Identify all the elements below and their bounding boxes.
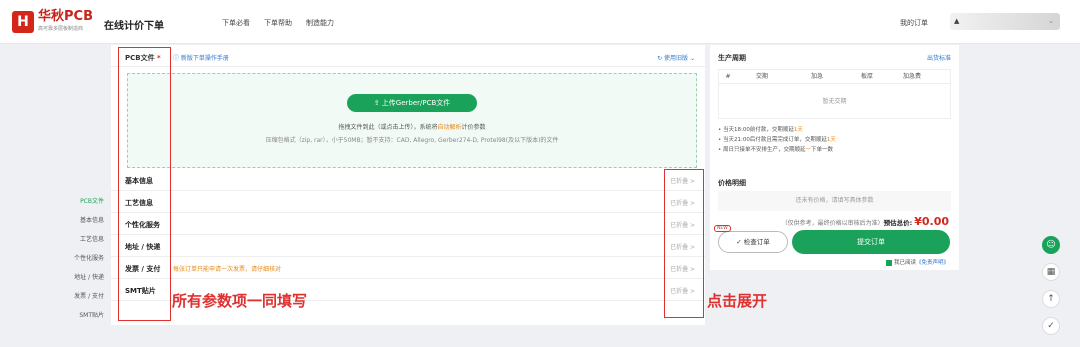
col-urgent: 加急 [810, 73, 823, 80]
logo-slogan: 高可靠多层板制造商 [38, 26, 84, 32]
upload-gerber-button[interactable]: ⇪ 上传Gerber/PCB文件 [347, 94, 477, 112]
customer-service-icon[interactable]: ☺ [1042, 236, 1060, 254]
section-nav-address[interactable]: 地址 / 快递 [48, 268, 104, 287]
section-nav-invoice[interactable]: 发票 / 支付 [48, 287, 104, 306]
section-address[interactable]: 地址 / 快递 已折叠 > [111, 235, 705, 257]
qr-code-icon[interactable]: ▦ [1042, 263, 1060, 281]
pcb-file-header: PCB文件 * ⓘ 新版下单操作手册 ↻ 使用旧版 ⌄ [111, 45, 705, 67]
side-toolbar: ☺ ▦ ↑ ✓ [1042, 236, 1062, 344]
section-nav: PCB文件 基本信息 工艺信息 个性化服务 地址 / 快递 发票 / 支付 SM… [48, 192, 104, 325]
user-menu[interactable]: ▲ ⌄ [950, 13, 1060, 30]
upload-formats: 压缩包格式（zip, rar），小于50MB；暂不支持：CAD, Allegro… [265, 137, 559, 144]
section-process-info[interactable]: 工艺信息 已折叠 > [111, 191, 705, 213]
total-price: ¥0.00 [914, 215, 949, 228]
nav-order-help[interactable]: 下单帮助 [264, 18, 292, 28]
logo-name: 华秋PCB [38, 9, 93, 24]
production-notes: • 当天18:00前付款，交期顺延1天 • 当天21:00后付款且需完成订单，交… [718, 127, 836, 153]
section-nav-smt[interactable]: SMT贴片 [48, 306, 104, 325]
order-form-panel: PCB文件 * ⓘ 新版下单操作手册 ↻ 使用旧版 ⌄ ⇪ 上传Gerber/P… [111, 45, 705, 325]
production-title: 生产周期 [718, 54, 746, 62]
section-nav-basic[interactable]: 基本信息 [48, 211, 104, 230]
new-badge: NEW [714, 225, 731, 232]
highlight-box-left [118, 47, 171, 321]
upload-hint: 拖拽文件到此（或点击上传），系统将自动解析计价参数 [338, 124, 486, 131]
production-table: # 交期 加急 板厚 加急费 暂无交期 [718, 69, 951, 119]
section-nav-custom[interactable]: 个性化服务 [48, 249, 104, 268]
section-note: 每张订单只能申请一次发票，请仔细核对 [173, 266, 282, 273]
check-order-button[interactable]: ✓ 检查订单 [718, 231, 788, 253]
top-nav: 下单必看 下单帮助 制造能力 [222, 18, 334, 28]
section-nav-pcb[interactable]: PCB文件 [48, 192, 104, 211]
total-line: （仅供参考，最终价格以审核后为准）预估总价: ¥0.00 [781, 215, 949, 228]
section-basic-info[interactable]: 基本信息 已折叠 > [111, 169, 705, 191]
top-header: H 华秋PCB 高可靠多层板制造商 在线计价下单 下单必看 下单帮助 制造能力 … [0, 0, 1080, 44]
annotation-left: 所有参数项一同填写 [172, 292, 308, 310]
price-empty: 还未有价格，请填写具体参数 [718, 191, 951, 211]
order-manual-link[interactable]: ⓘ 新版下单操作手册 [173, 53, 229, 62]
my-orders-link[interactable]: 我的订单 [900, 18, 928, 28]
back-to-top-icon[interactable]: ↑ [1042, 290, 1060, 308]
price-title: 价格明细 [718, 179, 746, 187]
chevron-down-icon: ⌄ [1048, 17, 1054, 25]
logo-mark-icon: H [12, 11, 34, 33]
upload-dropzone[interactable]: ⇪ 上传Gerber/PCB文件 拖拽文件到此（或点击上传），系统将自动解析计价… [127, 73, 697, 168]
submit-order-button[interactable]: 提交订单 [792, 230, 950, 254]
feedback-icon[interactable]: ✓ [1042, 317, 1060, 335]
col-delivery: 交期 [755, 73, 768, 80]
col-urgent-fee: 加急费 [902, 73, 921, 80]
col-index: # [725, 73, 731, 80]
section-nav-process[interactable]: 工艺信息 [48, 230, 104, 249]
page-title: 在线计价下单 [104, 21, 164, 32]
old-version-link[interactable]: ↻ 使用旧版 ⌄ [657, 53, 695, 62]
summary-panel: 生产周期 出货标准 # 交期 加急 板厚 加急费 暂无交期 • 当天18:00前… [710, 45, 959, 270]
col-thickness: 板厚 [860, 73, 873, 80]
production-empty: 暂无交期 [822, 98, 847, 105]
user-name: ▲ [954, 17, 960, 25]
section-invoice[interactable]: 发票 / 支付 每张订单只能申请一次发票，请仔细核对 已折叠 > [111, 257, 705, 279]
agree-checkbox[interactable]: 我已阅读《免责声明》 [886, 258, 949, 266]
nav-capability[interactable]: 制造能力 [306, 18, 334, 28]
highlight-box-right [664, 169, 704, 318]
shipping-standard-link[interactable]: 出货标准 [927, 53, 951, 62]
section-custom-service[interactable]: 个性化服务 已折叠 > [111, 213, 705, 235]
logo[interactable]: H 华秋PCB 高可靠多层板制造商 [12, 10, 93, 34]
checkbox-icon[interactable] [886, 259, 893, 266]
annotation-right: 点击展开 [707, 292, 768, 310]
form-sections: 基本信息 已折叠 > 工艺信息 已折叠 > 个性化服务 已折叠 > 地址 / 快… [111, 169, 705, 301]
disclaimer-link[interactable]: 《免责声明》 [916, 260, 949, 266]
nav-order-guide[interactable]: 下单必看 [222, 18, 250, 28]
